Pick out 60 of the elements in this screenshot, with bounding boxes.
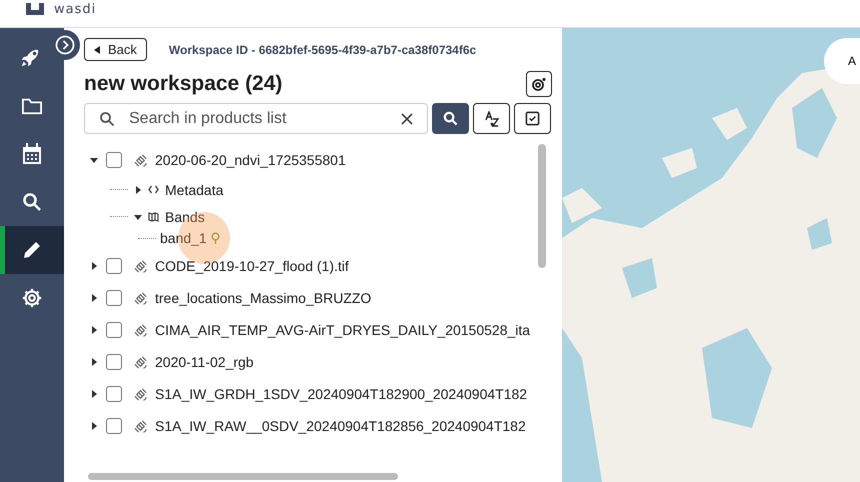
- caret-right-icon[interactable]: [90, 262, 98, 270]
- sidebar-item[interactable]: [0, 226, 64, 274]
- caret-right-icon[interactable]: [90, 390, 98, 398]
- caret-down-icon[interactable]: [134, 212, 142, 220]
- product-name[interactable]: S1A_IW_GRDH_1SDV_20240904T182900_20240904T182: [155, 386, 528, 402]
- logo-text: wasdi: [54, 2, 96, 17]
- calendar-icon: [22, 143, 42, 165]
- product-name[interactable]: 2020-06-20_ndvi_1725355801: [155, 152, 346, 168]
- checkbox[interactable]: [106, 290, 122, 306]
- satellite-icon: [134, 260, 147, 272]
- satellite-icon: [134, 292, 147, 304]
- band-item[interactable]: band_1: [160, 230, 207, 246]
- tree-item[interactable]: Bands: [165, 208, 205, 224]
- satellite-icon: [134, 420, 147, 432]
- clear-icon[interactable]: [401, 112, 413, 124]
- product-name[interactable]: tree_locations_Massimo_BRUZZO: [155, 290, 372, 306]
- product-name[interactable]: 2020-11-02_rgb: [155, 354, 254, 370]
- settings-button[interactable]: [526, 71, 552, 97]
- workspace-title: new workspace (24): [84, 72, 282, 96]
- back-button[interactable]: Back: [84, 38, 147, 61]
- checkbox[interactable]: [106, 418, 122, 434]
- folder-icon: [21, 96, 43, 116]
- product-name[interactable]: S1A_IW_RAW__0SDV_20240904T182856_20240904T182: [155, 418, 526, 434]
- satellite-icon: [134, 388, 147, 400]
- map-icon: [148, 212, 159, 222]
- caret-left-icon: [94, 46, 100, 54]
- satellite-icon: [134, 356, 147, 368]
- select-all-button[interactable]: [514, 103, 551, 134]
- satellite-icon: [134, 324, 147, 336]
- sort-button[interactable]: [473, 103, 510, 134]
- workspace-id: Workspace ID - 6682bfef-5695-4f39-a7b7-ca38f0734f6c: [168, 42, 476, 56]
- scrollbar[interactable]: [538, 144, 546, 268]
- caret-right-icon[interactable]: [90, 326, 98, 334]
- checkbox[interactable]: [106, 322, 122, 338]
- caret-right-icon[interactable]: [90, 422, 98, 430]
- code-icon: [148, 185, 159, 194]
- tree-item[interactable]: Metadata: [165, 182, 224, 198]
- product-name[interactable]: CIMA_AIR_TEMP_AVG-AirT_DRYES_DAILY_20150528_ita: [155, 322, 530, 338]
- caret-right-icon[interactable]: [90, 358, 98, 366]
- checkbox[interactable]: [106, 386, 122, 402]
- caret-right-icon[interactable]: [90, 294, 98, 302]
- pencil-icon: [22, 240, 42, 260]
- search-icon: [22, 192, 42, 212]
- search-button[interactable]: [432, 103, 469, 134]
- product-name[interactable]: CODE_2019-10-27_flood (1).tif: [155, 258, 349, 274]
- checkbox-icon: [525, 111, 540, 126]
- checkbox[interactable]: [106, 354, 122, 370]
- caret-down-icon[interactable]: [90, 156, 98, 164]
- checkbox[interactable]: [106, 152, 122, 168]
- checkbox[interactable]: [106, 258, 122, 274]
- search-field[interactable]: Search in products list: [84, 103, 428, 134]
- search-icon: [99, 110, 115, 126]
- chevron-right-icon: [55, 35, 75, 55]
- sort-icon: [484, 110, 500, 126]
- search-icon: [443, 111, 458, 126]
- caret-right-icon[interactable]: [134, 186, 142, 194]
- scrollbar[interactable]: [88, 473, 398, 480]
- satellite-icon: [134, 154, 147, 166]
- settings-icon: [531, 76, 547, 92]
- settings-icon: [21, 287, 43, 309]
